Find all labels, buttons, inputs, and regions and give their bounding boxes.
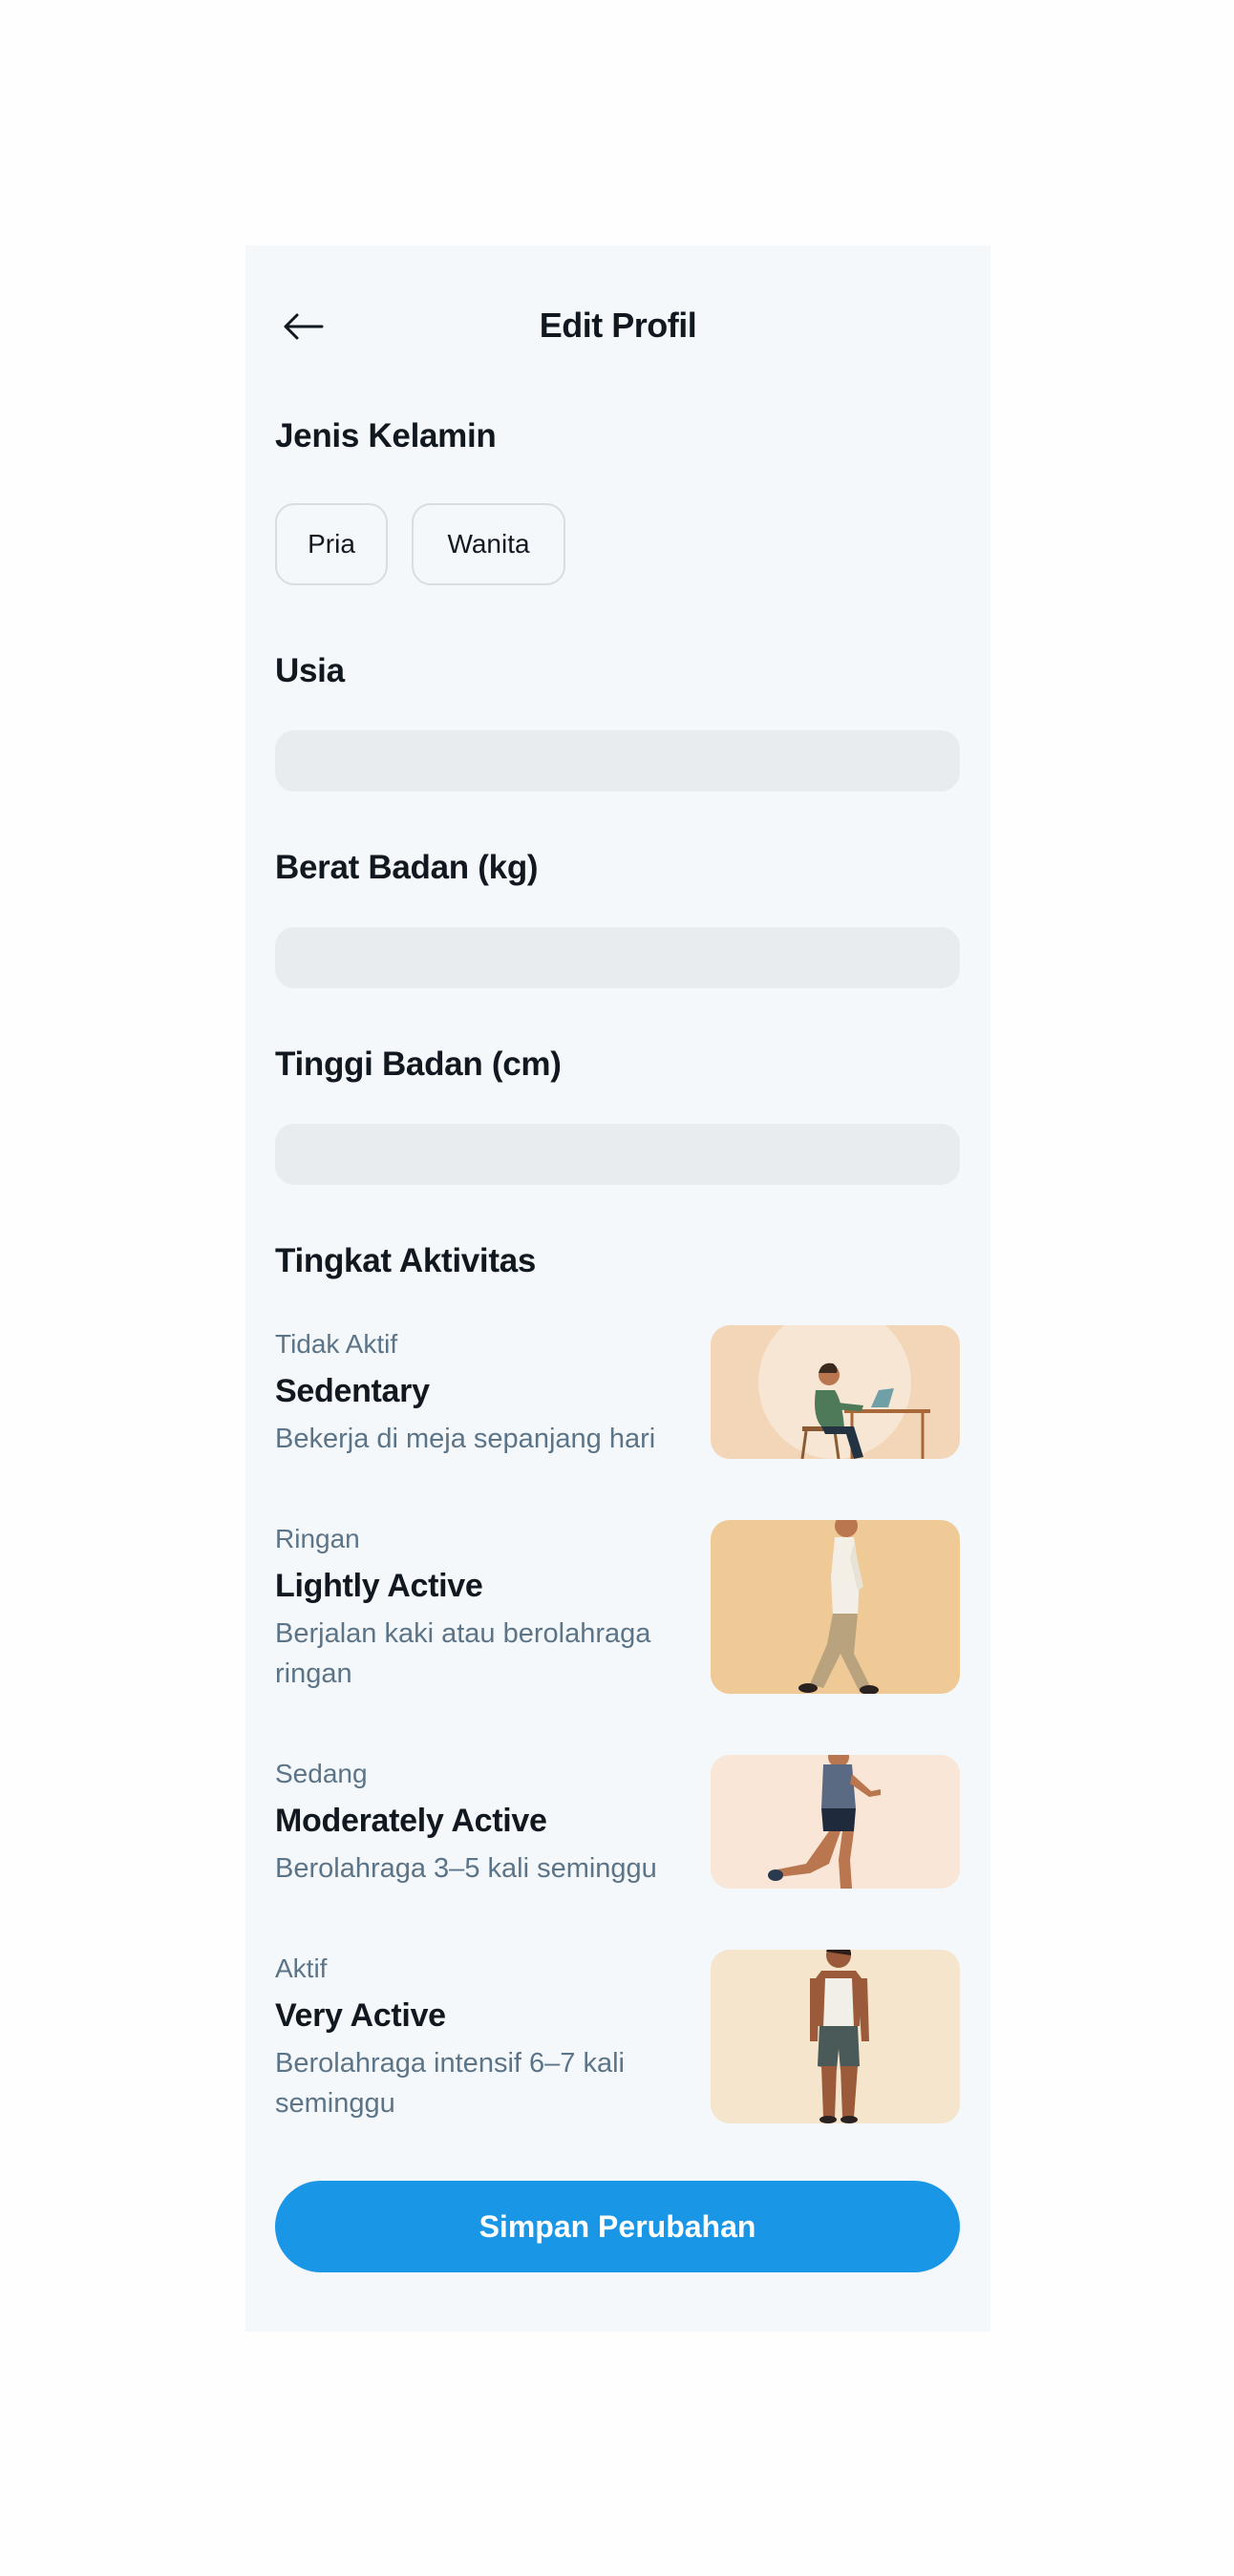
header: Edit Profil — [245, 245, 990, 403]
edit-profile-screen: Edit Profil Jenis Kelamin Pria Wanita Us… — [245, 245, 990, 2332]
person-running-illustration — [711, 1755, 960, 1889]
gender-option-wanita[interactable]: Wanita — [412, 503, 565, 585]
activity-option-lightly-active[interactable]: Ringan Lightly Active Berjalan kaki atau… — [275, 1520, 960, 1694]
gender-option-pria[interactable]: Pria — [275, 503, 388, 585]
age-input[interactable] — [275, 730, 960, 792]
gender-label: Jenis Kelamin — [275, 417, 497, 454]
weight-input[interactable] — [275, 927, 960, 988]
person-at-desk-illustration — [711, 1325, 960, 1459]
activity-description: Berolahraga 3–5 kali seminggu — [275, 1853, 657, 1884]
weight-label: Berat Badan (kg) — [275, 849, 539, 886]
activity-option-very-active[interactable]: Aktif Very Active Berolahraga intensif 6… — [275, 1950, 960, 2123]
page-title: Edit Profil — [539, 306, 697, 345]
activity-description: Berjalan kaki atau berolahraga ringan — [275, 1618, 651, 1689]
activity-option-moderately-active[interactable]: Sedang Moderately Active Berolahraga 3–5… — [275, 1755, 960, 1889]
person-walking-illustration — [711, 1520, 960, 1694]
save-button[interactable]: Simpan Perubahan — [275, 2181, 960, 2272]
activity-name: Moderately Active — [275, 1803, 547, 1839]
height-label: Tinggi Badan (cm) — [275, 1045, 562, 1083]
activity-label: Tingkat Aktivitas — [275, 1242, 537, 1279]
height-input[interactable] — [275, 1124, 960, 1185]
athlete-standing-illustration — [711, 1950, 960, 2123]
activity-name: Sedentary — [275, 1373, 430, 1409]
activity-description: Berolahraga intensif 6–7 kali seminggu — [275, 2048, 625, 2119]
activity-description: Bekerja di meja sepanjang hari — [275, 1424, 656, 1454]
age-label: Usia — [275, 652, 345, 689]
activity-option-sedentary[interactable]: Tidak Aktif Sedentary Bekerja di meja se… — [275, 1325, 960, 1459]
activity-level: Sedang — [275, 1759, 368, 1788]
activity-level: Ringan — [275, 1524, 360, 1553]
activity-level: Tidak Aktif — [275, 1329, 398, 1359]
activity-name: Very Active — [275, 1997, 446, 2034]
activity-level: Aktif — [275, 1953, 328, 1983]
activity-name: Lightly Active — [275, 1568, 483, 1604]
